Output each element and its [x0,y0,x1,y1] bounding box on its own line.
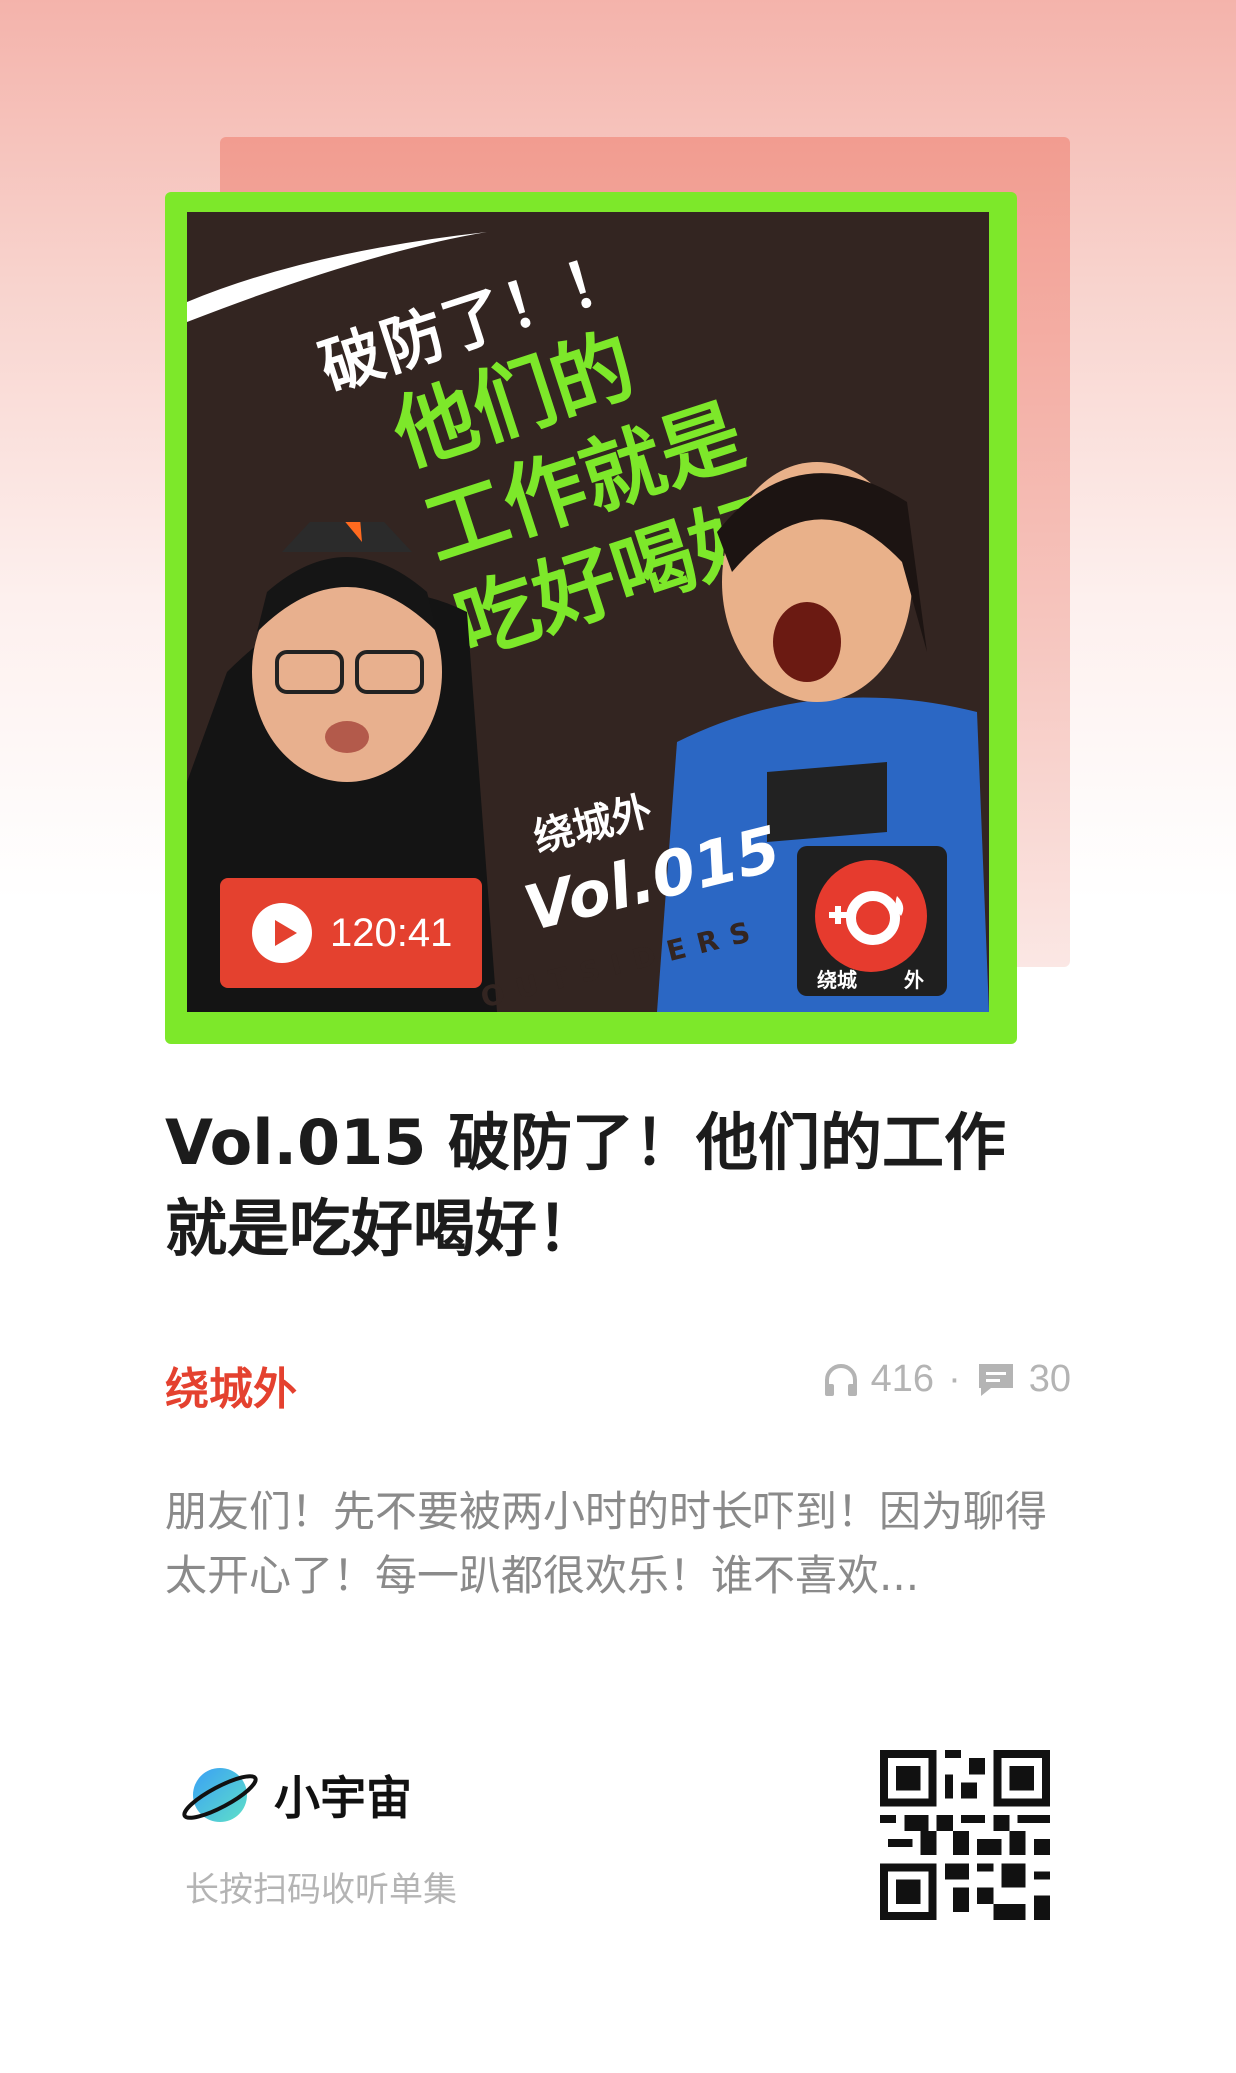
headphones-icon [824,1363,857,1396]
comment-icon [978,1363,1013,1396]
planet-logo-icon [182,1768,258,1822]
podcast-name-link[interactable]: 绕城外 [165,1353,297,1417]
podcast-logo: 绕城 外 [797,846,947,996]
episode-title: Vol.015 破防了！他们的工作就是吃好喝好！ [165,1106,1006,1265]
comment-count: 30 [1028,1358,1071,1400]
logo-text-part: 绕城 [817,968,857,992]
scan-hint: 长按扫码收听单集 [185,1870,457,1910]
qr-code[interactable] [880,1750,1050,1920]
play-icon [252,903,312,963]
play-count: 416 [870,1358,935,1400]
logo-circle-icon [815,860,927,972]
episode-description: 朋友们！先不要被两小时的时长吓到！因为聊得太开心了！每一趴都很欢乐！谁不喜欢..… [165,1487,1048,1600]
app-brand: 小宇宙 [180,1760,412,1830]
episode-duration: 120:41 [330,910,453,955]
app-name: 小宇宙 [274,1771,412,1825]
play-button[interactable]: 120:41 [220,878,482,988]
stats-separator: · [948,1358,961,1400]
logo-text-part: 外 [903,968,924,992]
episode-stats: 416 · 30 [821,1358,1071,1401]
logo-face-icon [829,891,904,945]
logo-text: 绕城 外 [817,964,924,993]
